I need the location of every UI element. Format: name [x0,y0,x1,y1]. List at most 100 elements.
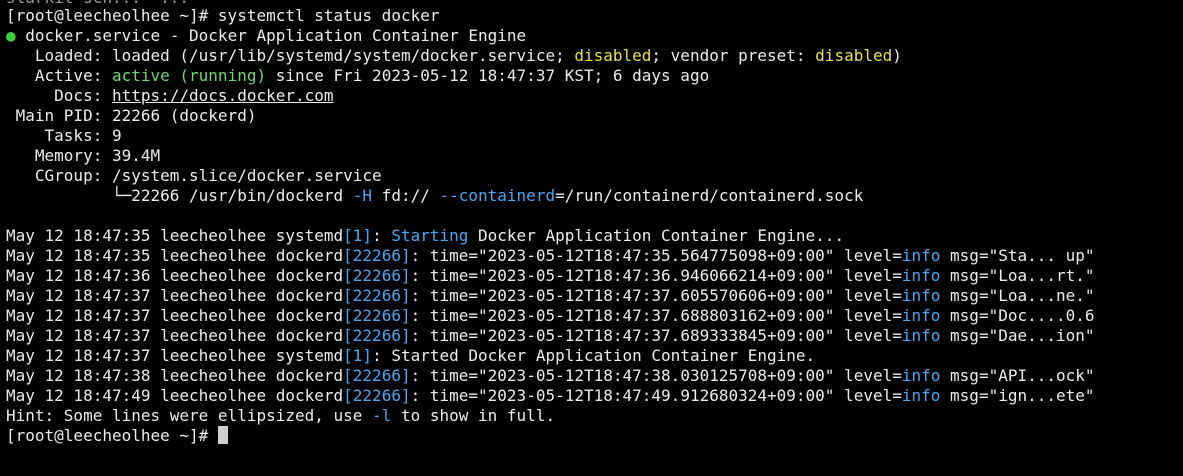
text-cursor [217,426,228,444]
docs-link[interactable]: https://docs.docker.com [112,86,334,105]
command-text: systemctl status docker [217,6,440,25]
log-line: May 12 18:47:38 leecheolhee dockerd[2226… [6,366,1095,386]
log-line: May 12 18:47:37 leecheolhee dockerd[2226… [6,306,1095,326]
log-level-key: level= [844,306,902,325]
hint-after: to show in full. [391,406,556,425]
log-prefix: May 12 18:47:37 leecheolhee dockerd [6,306,344,325]
log-message: msg="Loa...rt." [940,266,1095,285]
log-message: msg="ign...ete" [940,386,1095,405]
log-pid: [22266] [343,286,411,305]
cgroup-line: CGroup: /system.slice/docker.service [6,166,382,185]
cgroup-tree-prefix: └─22266 /usr/bin/dockerd [6,186,353,205]
final-shell-prompt: [root@leecheolhee ~]# [6,426,218,445]
loaded-value: loaded (/usr/lib/systemd/system/docker.s… [111,46,575,65]
docs-line: Docs: https://docs.docker.com [6,86,334,106]
log-prefix: May 12 18:47:36 leecheolhee dockerd [6,266,344,285]
log-line: May 12 18:47:35 leecheolhee systemd[1]: … [6,226,844,246]
log-pid: [1] [343,226,373,245]
log-level-key: level= [844,246,902,265]
status-dot-icon: ● [6,26,16,45]
active-label: Active: [6,66,112,85]
log-prefix: May 12 18:47:37 leecheolhee systemd [6,346,344,365]
terminal-window[interactable]: slarkit-sch... ... [root@leecheolhee ~]#… [0,0,1183,476]
log-prefix: May 12 18:47:37 leecheolhee dockerd [6,286,344,305]
log-time: time="2023-05-12T18:47:35.564775098+09:0… [429,246,845,265]
log-level-value: info [901,386,941,405]
log-prefix: May 12 18:47:49 leecheolhee dockerd [6,386,344,405]
loaded-end: ) [892,46,902,65]
vendor-preset-value: disabled [815,46,893,65]
log-line: May 12 18:47:37 leecheolhee systemd[1]: … [6,346,815,366]
loaded-mid: ; vendor preset: [651,46,816,65]
log-message: msg="Doc....0.6 [940,306,1095,325]
loaded-label: Loaded: [6,46,112,65]
flag-h: -H [352,186,373,205]
log-line: May 12 18:47:36 leecheolhee dockerd[2226… [6,266,1095,286]
log-level-value: info [901,266,941,285]
log-separator: : [372,226,392,245]
log-time: time="2023-05-12T18:47:38.030125708+09:0… [429,366,845,385]
log-line: May 12 18:47:37 leecheolhee dockerd[2226… [6,286,1095,306]
log-pid: [22266] [343,326,411,345]
cgroup-process-line: └─22266 /usr/bin/dockerd -H fd:// --cont… [6,186,863,206]
log-message: msg="Sta... up" [940,246,1095,265]
log-message: msg="API...ock" [940,366,1095,385]
log-separator: : [410,286,430,305]
hint-flag: -l [372,406,392,425]
log-message: msg="Loa...ne." [940,286,1095,305]
log-pid: [22266] [343,266,411,285]
service-title: docker.service - Docker Application Cont… [15,26,527,45]
log-time: time="2023-05-12T18:47:37.688803162+09:0… [429,306,845,325]
log-prefix: May 12 18:47:35 leecheolhee systemd [6,226,344,245]
service-title-line: ● docker.service - Docker Application Co… [6,26,526,46]
log-message: Docker Application Container Engine... [468,226,845,245]
log-level-key: level= [844,326,902,345]
memory-line: Memory: 39.4M [6,146,161,165]
cgroup-mid: fd:// [372,186,440,205]
final-prompt-line[interactable]: [root@leecheolhee ~]# [6,426,228,446]
log-time: time="2023-05-12T18:47:36.946066214+09:0… [429,266,845,285]
log-line: May 12 18:47:49 leecheolhee dockerd[2226… [6,386,1095,406]
active-line: Active: active (running) since Fri 2023-… [6,66,709,86]
log-separator: : [410,366,430,385]
main-pid-line: Main PID: 22266 (dockerd) [6,106,257,125]
active-state: active (running) [111,66,267,85]
log-level-value: info [901,366,941,385]
log-message: msg="Dae...ion" [940,326,1095,345]
loaded-disabled: disabled [574,46,652,65]
loaded-line: Loaded: loaded (/usr/lib/systemd/system/… [6,46,902,66]
log-separator: : [410,326,430,345]
log-time: time="2023-05-12T18:47:49.912680324+09:0… [429,386,845,405]
log-level-key: level= [844,266,902,285]
log-level-key: level= [844,366,902,385]
log-level-value: info [901,326,941,345]
log-prefix: May 12 18:47:35 leecheolhee dockerd [6,246,344,265]
log-level-key: level= [844,386,902,405]
log-pid: [22266] [343,306,411,325]
log-level-value: info [901,306,941,325]
log-pid: [22266] [343,386,411,405]
log-pid: [1] [343,346,373,365]
log-pid: [22266] [343,366,411,385]
log-level-key: level= [844,286,902,305]
log-level-value: info [901,246,941,265]
log-separator: : [372,346,392,365]
active-since: since Fri 2023-05-12 18:47:37 KST; 6 day… [266,66,710,85]
log-message: Started Docker Application Container Eng… [391,346,816,365]
log-time: time="2023-05-12T18:47:37.689333845+09:0… [429,326,845,345]
cgroup-end: =/run/containerd/containerd.sock [555,186,864,205]
tasks-line: Tasks: 9 [6,126,122,145]
log-pid: [22266] [343,246,411,265]
shell-prompt: [root@leecheolhee ~]# [6,6,218,25]
hint-before: Hint: Some lines were ellipsized, use [6,406,373,425]
log-line: May 12 18:47:35 leecheolhee dockerd[2226… [6,246,1095,266]
log-level-value: info [901,286,941,305]
log-separator: : [410,246,430,265]
log-line: May 12 18:47:37 leecheolhee dockerd[2226… [6,326,1095,346]
log-separator: : [410,306,430,325]
log-separator: : [410,386,430,405]
docs-label: Docs: [6,86,112,105]
log-separator: : [410,266,430,285]
flag-containerd: --containerd [439,186,556,205]
log-starting: Starting [391,226,469,245]
